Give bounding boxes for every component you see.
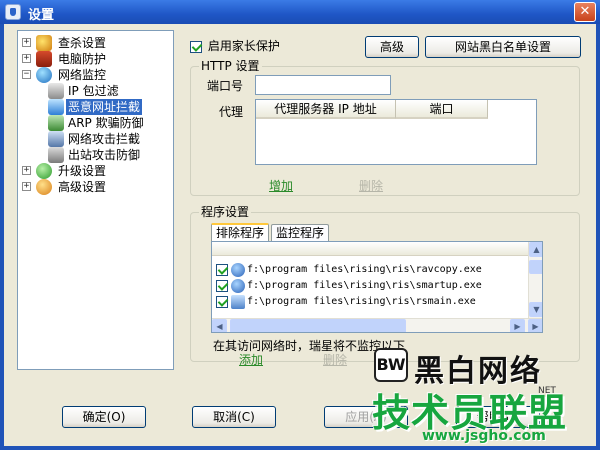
scroll-right-end-icon[interactable]: ▶ [528, 319, 542, 332]
parental-protection-label: 启用家长保护 [207, 39, 280, 53]
tree-item-label: 网络攻击拦截 [68, 132, 141, 146]
tree-item-label: 恶意网址拦截 [66, 99, 143, 115]
search-magnifier-icon [36, 35, 52, 51]
tree-item-label: IP 包过滤 [68, 84, 119, 98]
column-header-port[interactable]: 端口 [396, 100, 488, 119]
scroll-left-icon[interactable]: ◀ [212, 319, 227, 332]
close-button[interactable]: ✕ [574, 2, 596, 22]
site-blacklist-button[interactable]: 网站黑白名单设置 [425, 36, 581, 58]
cancel-button[interactable]: 取消(C) [192, 406, 276, 428]
parental-protection-toggle[interactable]: 启用家长保护 [190, 38, 280, 54]
program-add-link[interactable]: 添加 [239, 351, 263, 368]
expand-plus-icon[interactable]: + [22, 38, 31, 47]
watermark-url: www.jsgho.com [422, 428, 546, 444]
tree-item-label: 电脑防护 [58, 52, 107, 66]
update-arrow-icon [36, 163, 52, 179]
program-delete-link[interactable]: 删除 [323, 351, 347, 368]
program-icon [231, 295, 245, 309]
parental-protection-checkbox[interactable] [190, 40, 202, 53]
computer-shield-icon [36, 51, 52, 67]
http-settings-legend: HTTP 设置 [199, 59, 262, 73]
proxy-list[interactable]: 代理服务器 IP 地址 端口 [255, 99, 537, 165]
program-settings-legend: 程序设置 [199, 205, 252, 219]
window-title: 设置 [28, 8, 55, 23]
scroll-thumb[interactable] [529, 260, 542, 274]
program-list-header [212, 242, 528, 256]
program-row-checkbox[interactable] [216, 264, 228, 276]
hscroll-thumb[interactable] [230, 319, 406, 332]
scroll-up-icon[interactable]: ▲ [529, 242, 542, 257]
tab-exclude-programs[interactable]: 排除程序 [211, 223, 270, 241]
program-path: f:\program files\rising\ris\ravcopy.exe [247, 264, 482, 275]
scroll-right-icon[interactable]: ▶ [510, 319, 525, 332]
settings-tree[interactable]: + 查杀设置 + 电脑防护 − 网络监控 IP 包过滤 恶意网址拦截 ARP 欺… [17, 30, 174, 370]
arp-defense-icon [48, 115, 64, 131]
program-icon [231, 263, 245, 277]
collapse-minus-icon[interactable]: − [22, 70, 31, 79]
shield-icon [5, 4, 21, 20]
watermark-logo: BW [374, 348, 408, 382]
tree-item-label: 网络监控 [58, 68, 107, 82]
column-header-proxy-ip[interactable]: 代理服务器 IP 地址 [256, 100, 396, 119]
program-list-vscroll[interactable]: ▲ ▼ [528, 242, 542, 318]
tree-item-label: ARP 欺骗防御 [68, 116, 144, 130]
program-path: f:\program files\rising\ris\smartup.exe [247, 280, 482, 291]
port-label: 端口号 [207, 79, 244, 93]
http-settings-group: HTTP 设置 端口号 代理 代理服务器 IP 地址 端口 增加 删除 [190, 59, 580, 196]
program-row-checkbox[interactable] [216, 296, 228, 308]
advanced-gear-icon [36, 179, 52, 195]
network-globe-icon [36, 67, 52, 83]
outbound-defense-icon [48, 147, 64, 163]
tree-item-label: 出站攻击防御 [68, 148, 141, 162]
proxy-label: 代理 [219, 105, 244, 119]
proxy-delete-link[interactable]: 删除 [359, 177, 383, 194]
tab-monitor-programs[interactable]: 监控程序 [271, 224, 330, 241]
ok-button[interactable]: 确定(O) [62, 406, 146, 428]
tree-item-label: 升级设置 [58, 164, 107, 178]
scroll-down-icon[interactable]: ▼ [529, 302, 542, 317]
tree-item-label: 高级设置 [58, 180, 107, 194]
expand-plus-icon[interactable]: + [22, 54, 31, 63]
expand-plus-icon[interactable]: + [22, 166, 31, 175]
watermark: BW 黑白网络 NET 技术员联盟 www.jsgho.com [368, 340, 596, 446]
program-path: f:\program files\rising\ris\rsmain.exe [247, 296, 476, 307]
ip-filter-icon [48, 83, 64, 99]
attack-block-icon [48, 131, 64, 147]
proxy-add-link[interactable]: 增加 [269, 177, 293, 194]
tree-item-label: 查杀设置 [58, 36, 107, 50]
advanced-button[interactable]: 高级 [365, 36, 419, 58]
url-block-icon [48, 99, 64, 115]
program-row-checkbox[interactable] [216, 280, 228, 292]
title-bar[interactable]: 设置 ✕ [0, 0, 600, 24]
expand-plus-icon[interactable]: + [22, 182, 31, 191]
program-list[interactable]: f:\program files\rising\ris\ravcopy.exe … [211, 241, 543, 333]
program-list-hscroll[interactable]: ◀ ▶ ▶ [212, 318, 542, 332]
program-icon [231, 279, 245, 293]
port-input[interactable] [255, 75, 391, 95]
